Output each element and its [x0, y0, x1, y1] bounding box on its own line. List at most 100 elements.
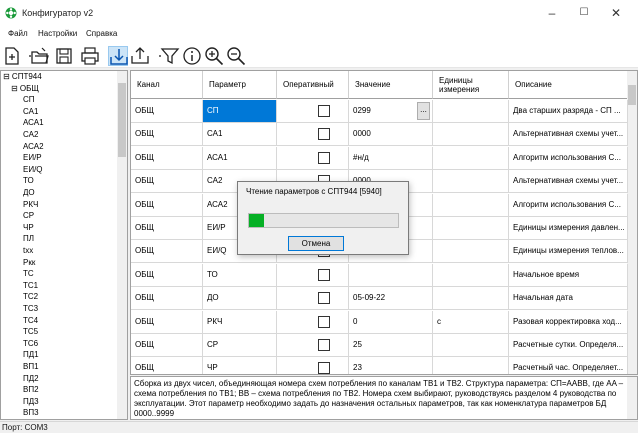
save-icon[interactable] — [54, 46, 74, 66]
cell-channel[interactable]: ОБЩ — [131, 217, 203, 240]
cell-description[interactable]: Расчетные сутки. Определя... — [509, 334, 628, 357]
operative-checkbox[interactable] — [318, 315, 330, 328]
tree-view[interactable]: ⊟ СПТ944 ⊟ ОБЩ СП СА1 АСА1 СА2 АСА2 ЕИ/Р ЕИ/Q ТО Д… — [0, 70, 128, 420]
column-header-channel[interactable]: Канал — [131, 71, 203, 99]
cell-channel[interactable]: ОБЩ — [131, 123, 203, 147]
cell-description[interactable]: Единицы измерения теплов... — [509, 240, 628, 264]
cell-value[interactable]: 23 — [349, 357, 433, 374]
cell-parameter[interactable]: ЧР — [203, 357, 277, 374]
operative-checkbox[interactable] — [318, 151, 330, 164]
cell-value[interactable]: 0 — [349, 310, 433, 334]
tree-item[interactable]: Ркк — [23, 258, 35, 269]
table-row[interactable]: ОБЩ РКЧ 0 с Разовая корректировка ход... — [131, 310, 628, 334]
tree-item[interactable]: АСА1 — [23, 118, 44, 129]
tree-item[interactable]: ПД2 — [23, 374, 39, 385]
cell-channel[interactable]: ОБЩ — [131, 310, 203, 334]
operative-checkbox[interactable] — [318, 105, 330, 117]
import-icon[interactable] — [108, 46, 128, 66]
cell-units[interactable] — [433, 170, 509, 194]
tree-item[interactable]: ТС — [23, 269, 34, 280]
operative-checkbox[interactable] — [318, 292, 330, 305]
cell-value[interactable]: 05-09-22 — [349, 287, 433, 311]
tree-item[interactable]: ТС6 — [23, 339, 38, 350]
menu-file[interactable]: Файл — [8, 29, 28, 38]
cell-operative[interactable] — [277, 310, 349, 334]
tree-item[interactable]: АСА2 — [23, 142, 44, 153]
description-scrollbar[interactable] — [627, 377, 637, 419]
cell-operative[interactable] — [277, 357, 349, 374]
new-document-icon[interactable] — [2, 46, 22, 66]
cell-channel[interactable]: ОБЩ — [131, 263, 203, 287]
tree-item[interactable]: РКЧ — [23, 200, 38, 211]
table-row[interactable]: ОБЩ ЧР 23 Расчетный час. Определяет... — [131, 357, 628, 374]
cell-units[interactable] — [433, 123, 509, 147]
cell-description[interactable]: Альтернативная схемы учет... — [509, 123, 628, 147]
cell-channel[interactable]: ОБЩ — [131, 287, 203, 311]
maximize-button[interactable]: ☐ — [568, 4, 600, 22]
tree-item[interactable]: ⊟ ОБЩ — [11, 84, 39, 95]
cell-description[interactable]: Единицы измерения давлен... — [509, 217, 628, 240]
column-header-units[interactable]: Единицы измерения — [433, 71, 509, 99]
cell-description[interactable]: Алгоритм использования С... — [509, 146, 628, 170]
cell-channel[interactable]: ОБЩ — [131, 193, 203, 217]
cell-channel[interactable]: ОБЩ — [131, 146, 203, 170]
filter-icon[interactable] — [160, 46, 180, 66]
cell-channel[interactable]: ОБЩ — [131, 357, 203, 374]
operative-checkbox[interactable] — [318, 128, 330, 141]
open-folder-icon[interactable] — [30, 46, 50, 66]
cell-value[interactable] — [349, 263, 433, 287]
tree-item[interactable]: ТС2 — [23, 292, 38, 303]
cell-units[interactable] — [433, 240, 509, 264]
cell-parameter[interactable]: СР — [203, 334, 277, 357]
cell-operative[interactable] — [277, 146, 349, 170]
tree-item[interactable]: ТС3 — [23, 304, 38, 315]
cell-description[interactable]: Алгоритм использования С... — [509, 193, 628, 217]
cell-description[interactable]: Расчетный час. Определяет... — [509, 357, 628, 374]
zoom-in-icon[interactable] — [204, 46, 224, 66]
cell-units[interactable] — [433, 334, 509, 357]
cell-value[interactable]: 0299... — [349, 100, 433, 123]
table-row[interactable]: ОБЩ ДО 05-09-22 Начальная дата — [131, 287, 628, 311]
cell-operative[interactable] — [277, 334, 349, 357]
cell-units[interactable] — [433, 100, 509, 123]
tree-item[interactable]: ЕИ/Р — [23, 153, 42, 164]
tree-item[interactable]: СА2 — [23, 130, 38, 141]
ellipsis-button[interactable]: ... — [417, 102, 430, 120]
dropdown-icon[interactable] — [150, 46, 161, 66]
info-icon[interactable] — [182, 46, 202, 66]
cell-parameter[interactable]: ДО — [203, 287, 277, 311]
table-row[interactable]: ОБЩ ТО Начальное время — [131, 263, 628, 287]
table-row[interactable]: ОБЩ АСА1 #н/д Алгоритм использования С... — [131, 146, 628, 170]
cell-operative[interactable] — [277, 100, 349, 123]
export-icon[interactable] — [130, 46, 150, 66]
cell-units[interactable] — [433, 263, 509, 287]
cell-channel[interactable]: ОБЩ — [131, 240, 203, 264]
cell-parameter[interactable]: СА1 — [203, 123, 277, 147]
close-button[interactable]: ✕ — [600, 4, 632, 22]
tree-item[interactable]: СП — [23, 95, 35, 106]
cell-description[interactable]: Начальная дата — [509, 287, 628, 311]
column-header-parameter[interactable]: Параметр — [203, 71, 277, 99]
cell-value[interactable]: #н/д — [349, 146, 433, 170]
cell-parameter[interactable]: РКЧ — [203, 310, 277, 334]
cell-channel[interactable]: ОБЩ — [131, 100, 203, 123]
cell-units[interactable] — [433, 193, 509, 217]
tree-item[interactable]: СР — [23, 211, 34, 222]
operative-checkbox[interactable] — [318, 268, 330, 281]
grid-scroll-thumb[interactable] — [628, 85, 636, 105]
grid-scrollbar[interactable] — [627, 71, 637, 374]
column-header-operative[interactable]: Оперативный — [277, 71, 349, 99]
cell-units[interactable] — [433, 146, 509, 170]
menu-settings[interactable]: Настройки — [38, 29, 77, 38]
table-row[interactable]: ОБЩ СР 25 Расчетные сутки. Определя... — [131, 334, 628, 357]
cell-parameter[interactable]: ТО — [203, 263, 277, 287]
operative-checkbox[interactable] — [318, 339, 330, 351]
cell-units[interactable] — [433, 217, 509, 240]
tree-scrollbar[interactable] — [117, 71, 127, 419]
cell-value[interactable]: 25 — [349, 334, 433, 357]
tree-item[interactable]: ТС4 — [23, 316, 38, 327]
tree-item[interactable]: ТО — [23, 176, 34, 187]
tree-item[interactable]: ТС5 — [23, 327, 38, 338]
table-row[interactable]: ОБЩ СА1 0000 Альтернативная схемы учет... — [131, 123, 628, 147]
column-header-value[interactable]: Значение — [349, 71, 433, 99]
